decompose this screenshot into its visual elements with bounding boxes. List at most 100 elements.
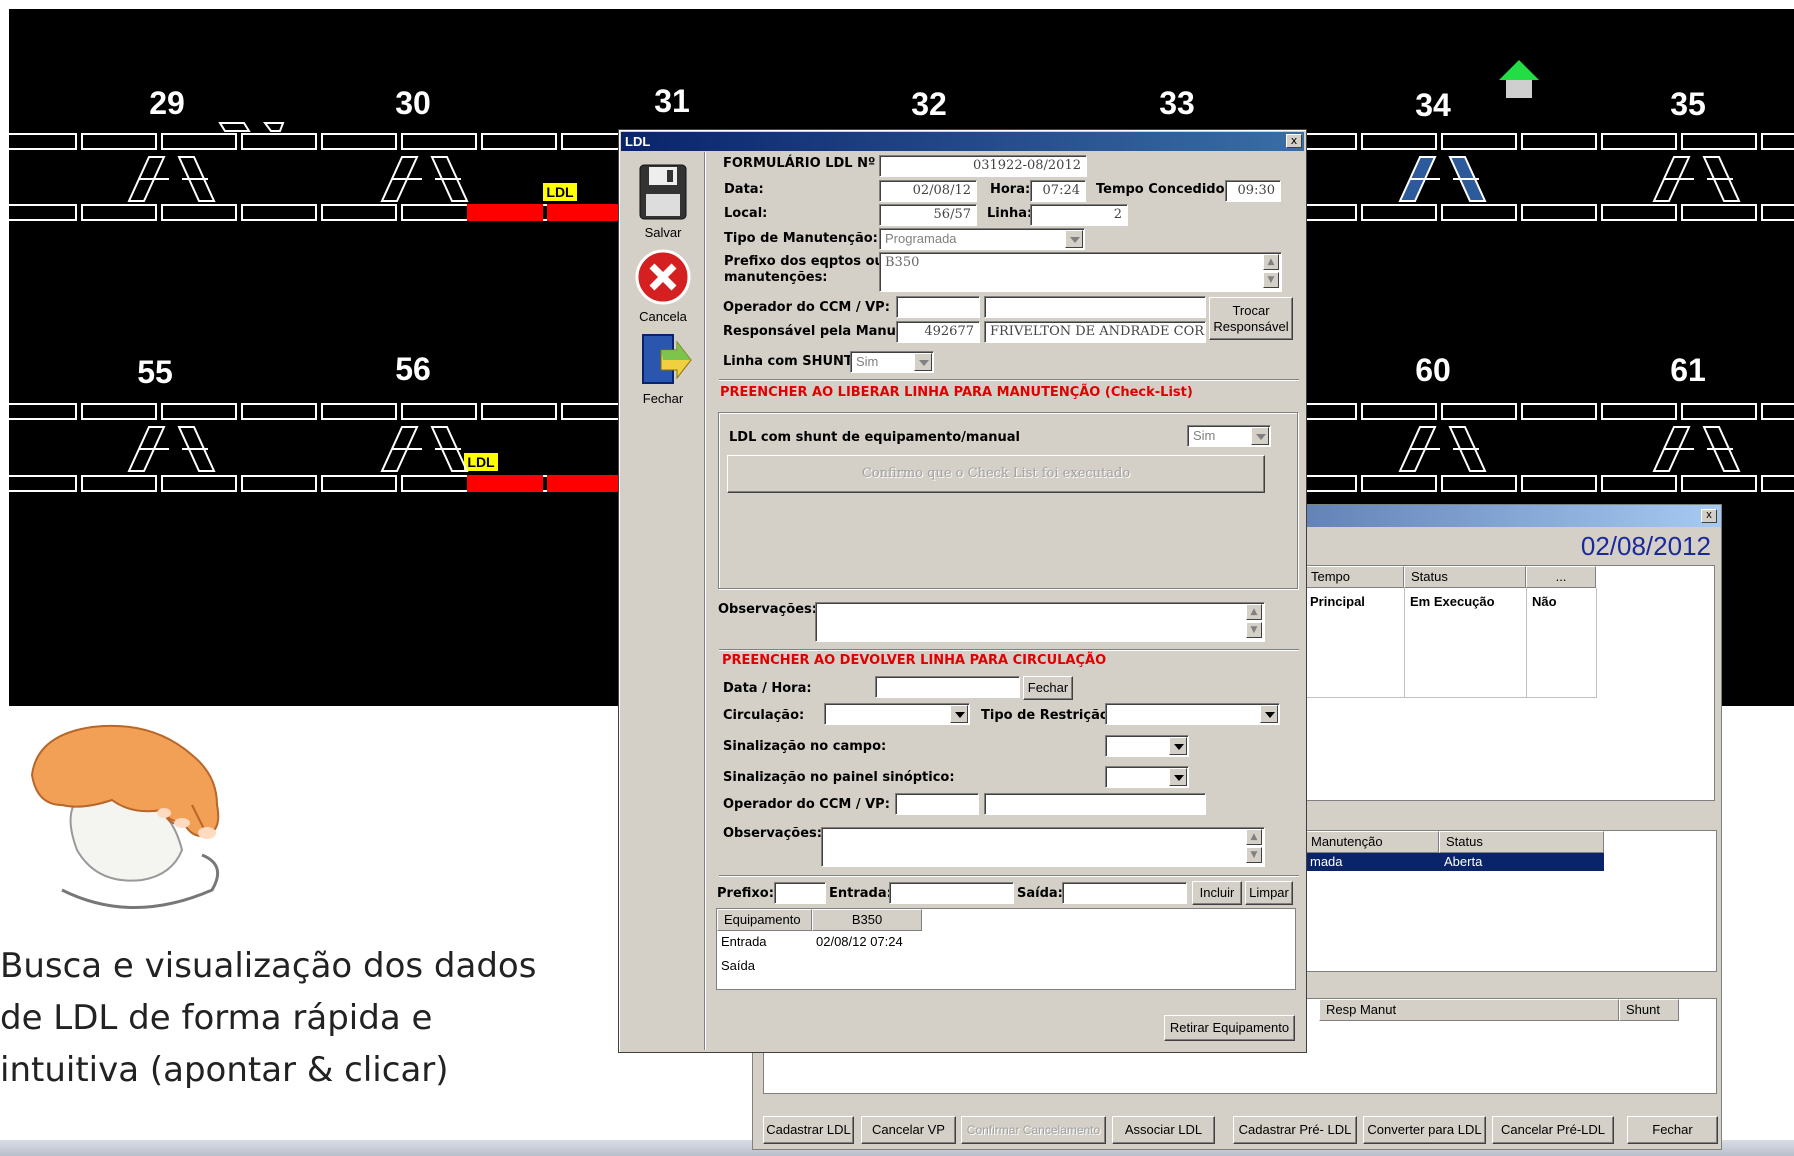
track-segment[interactable] [81,204,157,221]
track-segment[interactable] [1521,133,1597,150]
track-segment[interactable] [1361,475,1437,492]
track-segment[interactable] [241,204,317,221]
track-segment[interactable] [241,403,317,420]
column-header[interactable]: Resp Manut [1319,999,1619,1021]
track-segment[interactable] [1681,475,1757,492]
ldl-grid-middle[interactable]: Manutenção Status mada Aberta [1303,830,1717,972]
track-switch[interactable] [127,426,216,472]
track-segment[interactable] [321,403,397,420]
close-button[interactable]: x [1701,509,1717,523]
track-switch[interactable] [1398,156,1487,202]
track-switch[interactable] [380,156,469,202]
grid-cell[interactable]: Não [1532,594,1557,609]
operador-ccm2-name-field[interactable] [984,793,1206,815]
converter-para-ldl-button[interactable]: Converter para LDL [1363,1116,1486,1144]
fechar-tool-button[interactable]: Fechar [621,332,705,406]
observacoes2-textarea[interactable]: ▲ ▼ [821,827,1265,867]
track-switch[interactable] [1652,156,1741,202]
linha-shunt-select[interactable]: Sim [850,351,934,373]
track-segment[interactable] [1761,403,1794,420]
cancelar-pre-ldl-button[interactable]: Cancelar Pré-LDL [1492,1116,1614,1144]
formulario-field[interactable]: 031922-08/2012 [879,155,1087,177]
scroll-up-icon[interactable]: ▲ [1246,604,1262,620]
track-segment[interactable] [1521,475,1597,492]
track-segment[interactable] [321,475,397,492]
track-segment[interactable] [481,403,557,420]
observacoes-textarea[interactable]: ▲ ▼ [815,602,1265,642]
track-segment[interactable] [161,204,237,221]
track-segment[interactable] [1521,403,1597,420]
track-segment[interactable] [481,133,557,150]
local-field[interactable]: 56/57 [879,204,977,226]
column-header[interactable]: Manutenção [1304,831,1439,853]
up-arrow-icon[interactable] [1499,60,1539,98]
column-header[interactable]: Equipamento [717,909,812,931]
ldl-shunt-select[interactable]: Sim [1187,425,1271,447]
track-segment[interactable] [1361,133,1437,150]
responsavel-id-field[interactable]: 492677 [896,321,980,343]
track-segment[interactable] [1361,204,1437,221]
salvar-button[interactable]: Salvar [621,162,705,240]
entrada-input[interactable] [889,882,1014,904]
track-switch[interactable] [380,426,469,472]
tipo-restricao-select[interactable] [1105,703,1280,725]
scroll-down-icon[interactable]: ▼ [1246,847,1262,863]
grid-cell[interactable]: Entrada [721,934,767,949]
grid-cell[interactable]: Principal [1310,594,1365,609]
trocar-responsavel-button[interactable]: Trocar Responsável [1209,297,1293,340]
track-segment[interactable] [9,475,77,492]
track-segment[interactable] [1601,204,1677,221]
cadastrar-pre-ldl-button[interactable]: Cadastrar Pré- LDL [1233,1116,1357,1144]
grid-cell[interactable]: Em Execução [1410,594,1495,609]
scroll-down-icon[interactable]: ▼ [1246,622,1262,638]
track-segment[interactable] [1441,475,1517,492]
retirar-equipamento-button[interactable]: Retirar Equipamento [1164,1015,1295,1041]
track-segment[interactable] [467,204,543,221]
track-segment[interactable] [1441,403,1517,420]
fechar-button[interactable]: Fechar [1627,1116,1718,1144]
track-switch[interactable] [1398,426,1487,472]
track-segment[interactable] [547,475,623,492]
track-segment[interactable] [1681,133,1757,150]
grid-cell[interactable]: mada [1310,854,1343,869]
fechar-data-button[interactable]: Fechar [1023,676,1073,700]
close-button[interactable]: x [1286,134,1302,148]
confirmar-cancelamento-button[interactable]: Confirmar Cancelamento [961,1116,1106,1144]
operador-ccm-id-field[interactable] [896,296,980,318]
track-segment[interactable] [1761,204,1794,221]
track-segment[interactable] [1601,475,1677,492]
sinal-painel-select[interactable] [1105,766,1189,788]
track-segment[interactable] [81,475,157,492]
track-segment[interactable] [241,133,317,150]
track-segment[interactable] [161,475,237,492]
track-segment[interactable] [1601,403,1677,420]
track-segment[interactable] [81,403,157,420]
track-segment[interactable] [9,204,77,221]
column-header[interactable]: Status [1404,566,1526,588]
chevron-down-icon[interactable] [1169,737,1187,755]
chevron-down-icon[interactable] [1169,768,1187,786]
track-segment[interactable] [1601,133,1677,150]
data-hora-field[interactable] [875,676,1020,698]
chevron-down-icon[interactable] [1260,705,1278,723]
hora-field[interactable]: 07:24 [1030,180,1086,202]
track-segment[interactable] [1441,133,1517,150]
grid-cell[interactable]: 02/08/12 07:24 [816,934,903,949]
track-segment[interactable] [9,133,77,150]
track-segment[interactable] [401,204,477,221]
track-segment[interactable] [321,133,397,150]
sinal-campo-select[interactable] [1105,735,1189,757]
track-segment[interactable] [9,403,77,420]
column-header[interactable]: B350 [812,909,922,931]
grid-cell[interactable]: Aberta [1444,854,1482,869]
column-header[interactable]: Status [1439,831,1604,853]
track-segment[interactable] [1681,204,1757,221]
cancelar-vp-button[interactable]: Cancelar VP [861,1116,956,1144]
track-segment[interactable] [321,204,397,221]
grid-cell[interactable]: Saída [721,958,755,973]
responsavel-name-field[interactable]: FRIVELTON DE ANDRADE CORDEIRO [984,321,1206,343]
chevron-down-icon[interactable] [1065,230,1083,248]
cadastrar-ldl-button[interactable]: Cadastrar LDL [763,1116,854,1144]
associar-ldl-button[interactable]: Associar LDL [1112,1116,1215,1144]
confirmo-checklist-button[interactable]: Confirmo que o Check List foi executado [727,455,1265,493]
